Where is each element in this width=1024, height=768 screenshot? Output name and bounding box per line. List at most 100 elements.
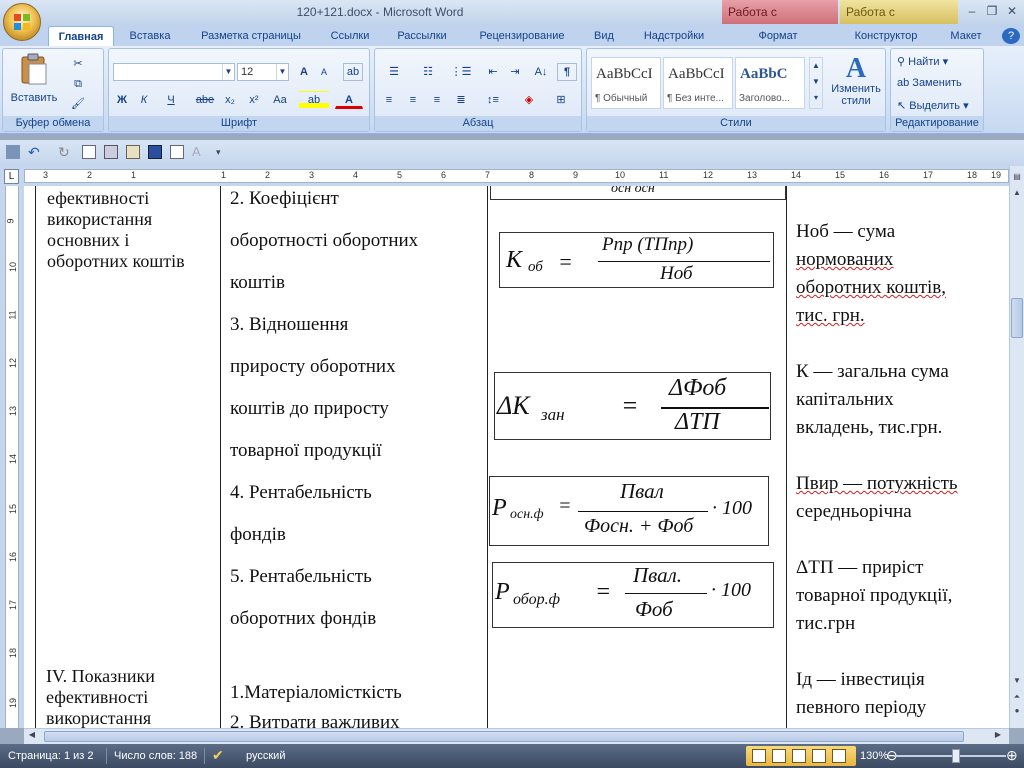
justify-icon[interactable]: ≣ [451,91,471,109]
ruler-toggle-icon[interactable]: ▤ [1011,172,1023,186]
context-tab-tables[interactable]: Работа с таблица... [840,0,958,43]
change-styles-button[interactable]: A Изменить стили [827,55,885,108]
sort-icon[interactable]: A↓ [531,63,551,81]
draft-icon[interactable] [832,749,846,763]
tab-page-layout[interactable]: Разметка страницы [192,26,310,46]
tab-insert[interactable]: Вставка [122,26,178,46]
tab-mailings[interactable]: Рассылки [390,26,454,46]
style-heading[interactable]: AaBbC Заголово... [735,57,805,109]
context-tab-pictures[interactable]: Работа с рисунками [722,0,838,43]
restore-icon[interactable]: ❐ [982,2,1002,20]
print-layout-icon[interactable] [752,749,766,763]
replace-button[interactable]: ab Заменить [897,77,962,89]
zoom-slider[interactable] [894,755,1006,757]
minimize-icon[interactable]: – [962,2,982,20]
web-layout-icon[interactable] [792,749,806,763]
tab-addins[interactable]: Надстройки [634,26,714,46]
align-center-icon[interactable]: ≡ [403,91,423,109]
vertical-scrollbar[interactable]: ▤ ▲ ▼ ⏶ ● [1009,166,1024,728]
format-icon[interactable]: A [192,145,206,159]
word-count[interactable]: Число слов: 188 [114,750,197,762]
superscript-button[interactable]: x² [243,91,265,109]
tab-design[interactable]: Конструктор [846,26,926,46]
decrease-indent-icon[interactable]: ⇤ [483,63,503,81]
language[interactable]: русский [246,750,285,762]
scroll-up-icon[interactable]: ▲ [1011,188,1023,202]
line-spacing-icon[interactable]: ↕≡ [479,91,507,109]
bold-button[interactable]: Ж [113,91,131,109]
formula-r-obor[interactable]: P обор.ф = Пвал. Фоб · 100 [492,562,774,628]
align-left-icon[interactable]: ≡ [379,91,399,109]
scroll-right-icon[interactable]: ▶ [992,730,1004,744]
style-no-spacing[interactable]: AaBbCcI ¶ Без инте... [663,57,733,109]
tab-review[interactable]: Рецензирование [470,26,574,46]
ruler-strip[interactable]: 3 2 1 1 2 3 4 5 6 7 8 9 10 11 12 13 14 1… [24,169,1009,183]
horizontal-scroll-thumb[interactable] [44,731,964,742]
horizontal-scrollbar[interactable]: ◀ ▶ [24,728,1009,744]
tab-references[interactable]: Ссылки [322,26,378,46]
scroll-left-icon[interactable]: ◀ [26,730,38,744]
toolbar-icon[interactable] [6,145,20,159]
tab-view[interactable]: Вид [588,26,620,46]
highlight-icon[interactable]: ab [299,91,329,109]
find-button[interactable]: ⚲ Найти ▾ [897,55,948,68]
open-icon[interactable] [126,145,140,159]
subscript-button[interactable]: x₂ [219,91,241,109]
font-size-select[interactable]: 12 ▼ [237,63,289,81]
zoom-in-icon[interactable]: ⊕ [1006,747,1018,764]
document-page[interactable]: ефективності використання основних і обо… [24,186,1009,728]
copy-icon[interactable]: ⧉ [69,75,87,93]
tab-layout[interactable]: Макет [942,26,990,46]
tab-home[interactable]: Главная [48,26,114,46]
numbering-icon[interactable]: ☷ [413,63,443,81]
vertical-ruler-strip[interactable]: 9 10 11 12 13 14 15 16 17 18 19 [5,186,19,728]
format-painter-icon[interactable]: 🖌 [69,95,87,113]
scroll-down-icon[interactable]: ▼ [1011,676,1023,690]
font-name-select[interactable]: ▼ [113,63,235,81]
strikethrough-button[interactable]: abe [193,91,217,109]
help-icon[interactable]: ? [1002,28,1020,44]
formula-r-osn[interactable]: P осн.ф = Пвал Фосн. + Фоб · 100 [489,476,769,546]
underline-button[interactable]: Ч [159,91,183,109]
increase-indent-icon[interactable]: ⇥ [505,63,525,81]
grow-font-button[interactable]: A [295,63,313,81]
select-button[interactable]: ↖ Выделить ▾ [897,99,969,112]
outline-icon[interactable] [812,749,826,763]
vertical-scroll-thumb[interactable] [1011,298,1023,338]
redo-icon[interactable]: ↻ [58,145,72,159]
multilevel-icon[interactable]: ⋮☰ [447,63,475,81]
change-case-button[interactable]: Aa [267,91,293,109]
zoom-level[interactable]: 130% [860,750,888,762]
shrink-font-button[interactable]: A [315,63,333,81]
style-normal[interactable]: AaBbCcI ¶ Обычный [591,57,661,109]
italic-button[interactable]: К [135,91,153,109]
undo-icon[interactable]: ↶ [28,145,42,159]
paste-button[interactable]: Вставить [9,53,59,109]
formula-partial-top[interactable]: осн осн [490,186,786,200]
page-count[interactable]: Страница: 1 из 2 [8,750,94,762]
formula-delta-k[interactable]: ΔK зан = ΔФоб ΔТП [494,372,771,440]
full-screen-icon[interactable] [772,749,786,763]
shading-icon[interactable]: ◈ [515,91,543,109]
tab-format[interactable]: Формат [746,26,810,46]
new-doc-icon[interactable] [82,145,96,159]
bullets-icon[interactable]: ☰ [379,63,409,81]
select-browse-icon[interactable]: ● [1011,706,1023,720]
clear-format-icon[interactable]: ab [343,63,363,81]
align-right-icon[interactable]: ≡ [427,91,447,109]
formula-k-ob[interactable]: K об = Pпр (ТПпр) Hоб [499,232,774,288]
page-icon[interactable] [170,145,184,159]
zoom-slider-thumb[interactable] [952,749,960,763]
proofing-icon[interactable]: ✔ [212,747,224,764]
show-marks-button[interactable]: ¶ [557,63,577,81]
cut-icon[interactable]: ✂ [69,55,87,73]
tab-selector[interactable]: L [4,169,19,184]
customize-toolbar-icon[interactable]: ▾ [216,145,230,159]
print-preview-icon[interactable] [104,145,118,159]
font-color-button[interactable]: A [335,91,363,109]
close-icon[interactable]: ✕ [1002,2,1022,20]
save-icon[interactable] [148,145,162,159]
prev-page-icon[interactable]: ⏶ [1011,692,1023,706]
styles-scroll-icon[interactable]: ▲ ▼ ▾ [809,57,823,109]
office-button[interactable] [3,3,41,41]
